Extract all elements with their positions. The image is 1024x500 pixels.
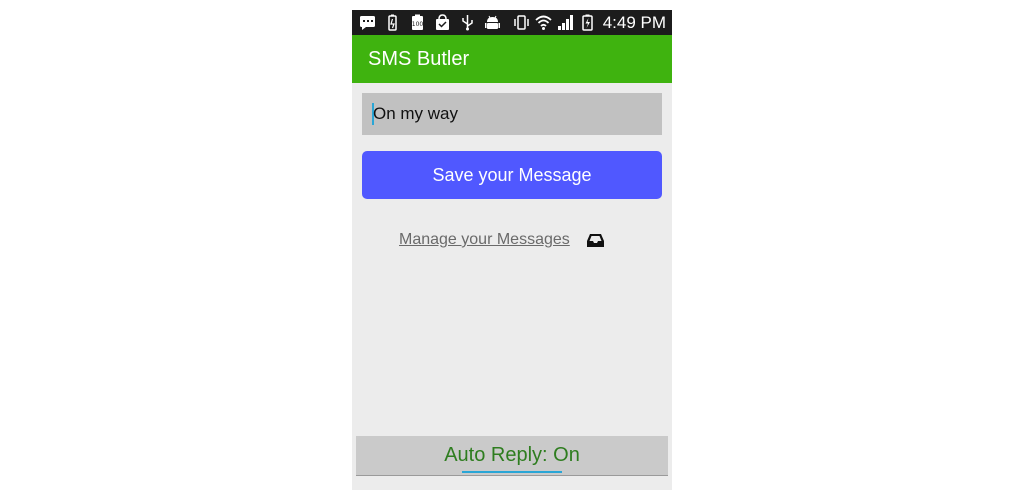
status-time: 4:49 PM [602, 12, 666, 32]
wifi-icon [535, 14, 552, 31]
message-input-value: On my way [373, 104, 459, 123]
save-message-button[interactable]: Save your Message [362, 151, 662, 199]
message-input[interactable]: On my way [362, 93, 662, 135]
battery-charging-icon [579, 14, 596, 31]
battery-100-icon: 100 [409, 14, 426, 31]
inbox-icon[interactable] [586, 232, 605, 249]
shopping-bag-icon [434, 14, 451, 31]
app-bar: SMS Butler [352, 35, 672, 83]
auto-reply-indicator [462, 471, 562, 473]
save-message-button-label: Save your Message [432, 164, 592, 185]
signal-icon [557, 14, 574, 31]
android-debug-icon [484, 14, 501, 31]
phone-screen: 100 4:49 PM SMS Butler On my way Save yo… [352, 10, 672, 490]
svg-text:100: 100 [412, 21, 424, 28]
app-title: SMS Butler [368, 47, 470, 70]
usb-icon [459, 14, 476, 31]
battery-saver-icon [384, 14, 401, 31]
auto-reply-toggle[interactable]: Auto Reply: On [356, 436, 668, 476]
vibrate-icon [513, 14, 530, 31]
manage-messages-link[interactable]: Manage your Messages [399, 231, 570, 249]
auto-reply-label: Auto Reply: On [444, 444, 580, 466]
status-bar: 100 4:49 PM [352, 10, 672, 35]
chat-icon [359, 14, 376, 31]
